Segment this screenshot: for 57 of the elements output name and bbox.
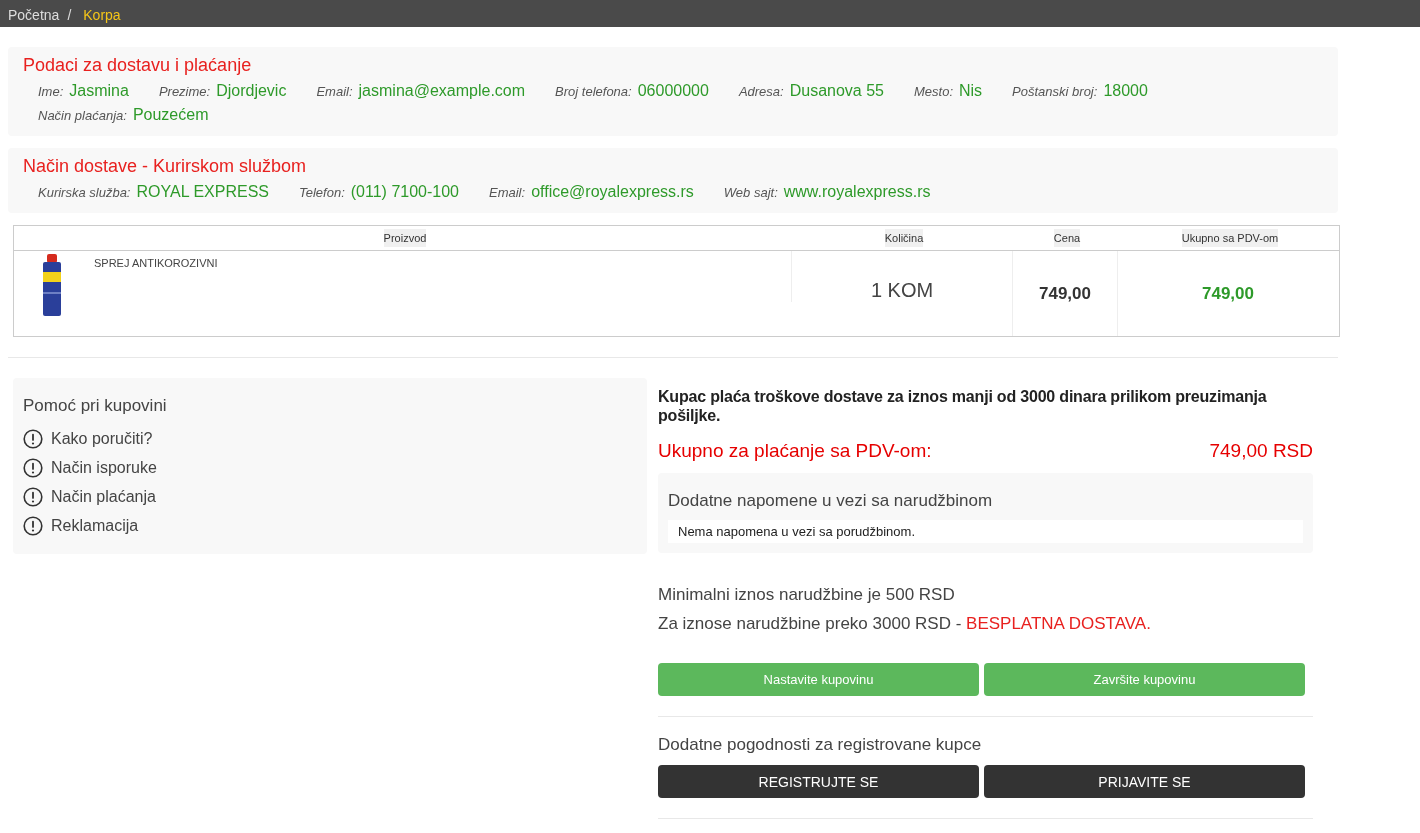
section-title: Dodatne pogodnosti za registrovane kupce	[658, 735, 983, 755]
column-header: Cena	[1053, 229, 1081, 247]
field-label: Telefon:	[299, 185, 345, 200]
help-link[interactable]: Kako poručiti?	[51, 429, 153, 448]
field-label: Email:	[316, 84, 353, 99]
field-label: Kurirska služba:	[38, 185, 131, 200]
table-cell: 749,00	[1202, 283, 1254, 304]
notes-text: Nema napomena u vezi sa porudžbinom.	[668, 520, 1303, 543]
help-link[interactable]: Način plaćanja	[51, 487, 156, 506]
column-header: Proizvod	[383, 229, 427, 247]
field-label: Način plaćanja:	[38, 108, 127, 123]
field-value: ROYAL EXPRESS	[136, 183, 269, 200]
exclamation-circle-icon	[23, 457, 43, 478]
minimum-order-text: Minimalni iznos narudžbine je 500 RSD	[658, 585, 956, 605]
shipping-note: Kupac plaća troškove dostave za iznos manji od 3000 dinara prilikom preuzimanja pošiljke.	[658, 387, 1268, 425]
field-value: (011) 7100-100	[350, 183, 459, 200]
column-header: Ukupno sa PDV-om	[1181, 229, 1279, 247]
exclamation-circle-icon	[23, 486, 43, 507]
product-name: SPREJ ANTIKOROZIVNI	[94, 257, 218, 269]
account-button[interactable]: REGISTRUJTE SE	[658, 765, 979, 798]
breadcrumb-link[interactable]: Korpa	[83, 6, 121, 23]
field-value: office@royalexpress.rs	[531, 183, 694, 200]
total-label: Ukupno za plaćanje sa PDV-om:	[658, 440, 932, 462]
section-title: Podaci za dostavu i plaćanje	[23, 55, 253, 76]
free-delivery-text: Za iznose narudžbine preko 3000 RSD - BESPLATNA DOSTAVA.	[658, 614, 1152, 634]
field-value: Dusanova 55	[789, 82, 884, 99]
field-label: Ime:	[38, 84, 64, 99]
total-value: 749,00 RSD	[1209, 440, 1313, 462]
field-label: Adresa:	[738, 84, 784, 99]
field-label: Email:	[489, 185, 526, 200]
section-title: Pomoć pri kupovini	[23, 396, 168, 416]
field-label: Poštanski broj:	[1012, 84, 1098, 99]
breadcrumb-separator: /	[67, 6, 72, 23]
exclamation-circle-icon	[23, 515, 43, 536]
table-cell: 749,00	[1039, 283, 1091, 304]
field-value: Nis	[959, 82, 983, 99]
column-header: Količina	[884, 229, 924, 247]
field-value: Djordjevic	[216, 82, 287, 99]
table-cell: 1 KOM	[870, 279, 934, 302]
help-link[interactable]: Način isporuke	[51, 458, 157, 477]
field-label: Web sajt:	[723, 185, 778, 200]
help-link[interactable]: Reklamacija	[51, 516, 139, 535]
breadcrumb-link[interactable]: Početna	[8, 6, 60, 23]
section-title: Dodatne napomene u vezi sa narudžbinom	[668, 491, 994, 511]
field-label: Prezime:	[158, 84, 211, 99]
field-value: Pouzećem	[132, 106, 209, 123]
account-button[interactable]: PRIJAVITE SE	[984, 765, 1305, 798]
field-value: 06000000	[637, 82, 709, 99]
section-title: Način dostave - Kurirskom službom	[23, 156, 308, 177]
field-value: jasmina@example.com	[358, 82, 526, 99]
field-value: 18000	[1103, 82, 1148, 99]
field-label: Mesto:	[914, 84, 953, 99]
field-value: Jasmina	[69, 82, 129, 99]
field-label: Broj telefona:	[555, 84, 632, 99]
exclamation-circle-icon	[23, 428, 43, 449]
spray-can-drawing	[42, 254, 62, 316]
field-value: www.royalexpress.rs	[783, 183, 931, 200]
